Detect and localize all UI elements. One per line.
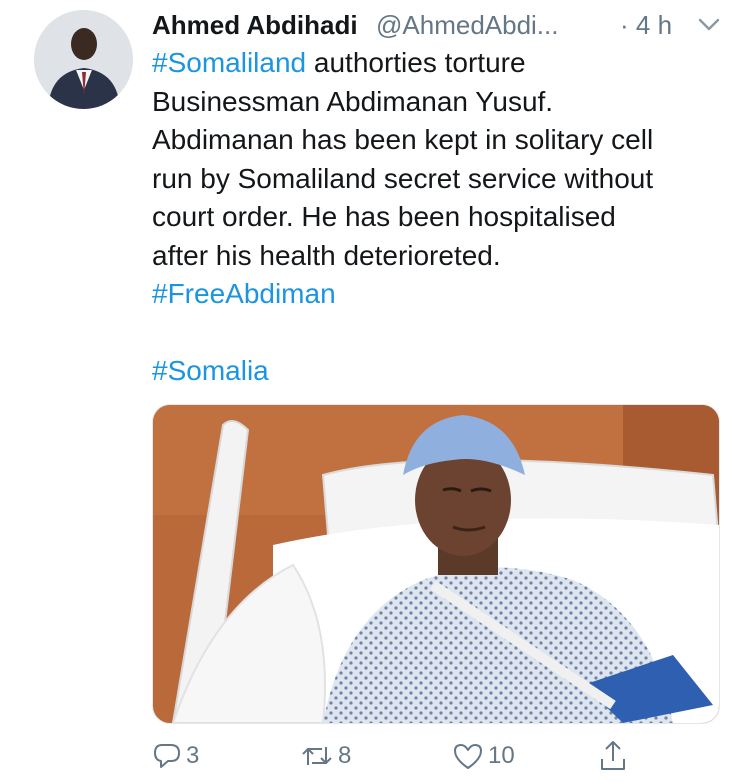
reply-button[interactable]: 3	[152, 736, 199, 776]
hospital-photo	[153, 405, 719, 723]
hashtag-somalia[interactable]: #Somalia	[152, 352, 732, 391]
tweet-text: #Somaliland authorties torture Businessm…	[152, 44, 732, 391]
avatar-image	[34, 10, 133, 109]
share-button[interactable]	[598, 736, 628, 776]
hashtag-somaliland[interactable]: #Somaliland	[152, 47, 306, 78]
tweet-line: court order. He has been hospitalised	[152, 201, 616, 232]
chevron-down-icon[interactable]	[698, 16, 720, 34]
author-handle[interactable]: @AhmedAbdi...	[376, 10, 558, 41]
reply-count: 3	[186, 742, 200, 769]
author-name[interactable]: Ahmed Abdihadi	[152, 10, 358, 41]
tweet-line: Abdimanan has been kept in solitary cell	[152, 124, 654, 155]
like-button[interactable]: 10	[452, 736, 515, 776]
tweet-photo[interactable]	[152, 404, 720, 724]
tweet-actions: 3 8 10	[0, 736, 750, 776]
like-count: 10	[488, 742, 515, 769]
timestamp[interactable]: · 4 h	[620, 10, 672, 41]
reply-icon	[154, 744, 180, 768]
like-icon	[454, 744, 482, 769]
share-icon	[601, 741, 625, 770]
retweet-icon	[302, 747, 332, 765]
tweet-line: run by Somaliland secret service without	[152, 162, 654, 194]
tweet-header: Ahmed Abdihadi @AhmedAbdi... · 4 h	[152, 6, 732, 42]
tweet-line: Businessman Abdimanan Yusuf.	[152, 85, 554, 117]
tweet-line: after his health deterioreted.	[152, 239, 501, 271]
avatar[interactable]	[34, 10, 133, 109]
tweet-line-text: authorties torture	[306, 47, 526, 78]
retweet-count: 8	[338, 742, 352, 769]
retweet-button[interactable]: 8	[300, 736, 351, 776]
hashtag-freeabdiman[interactable]: #FreeAbdiman	[152, 275, 732, 314]
tweet-line: #Somaliland authorties torture	[152, 44, 732, 83]
